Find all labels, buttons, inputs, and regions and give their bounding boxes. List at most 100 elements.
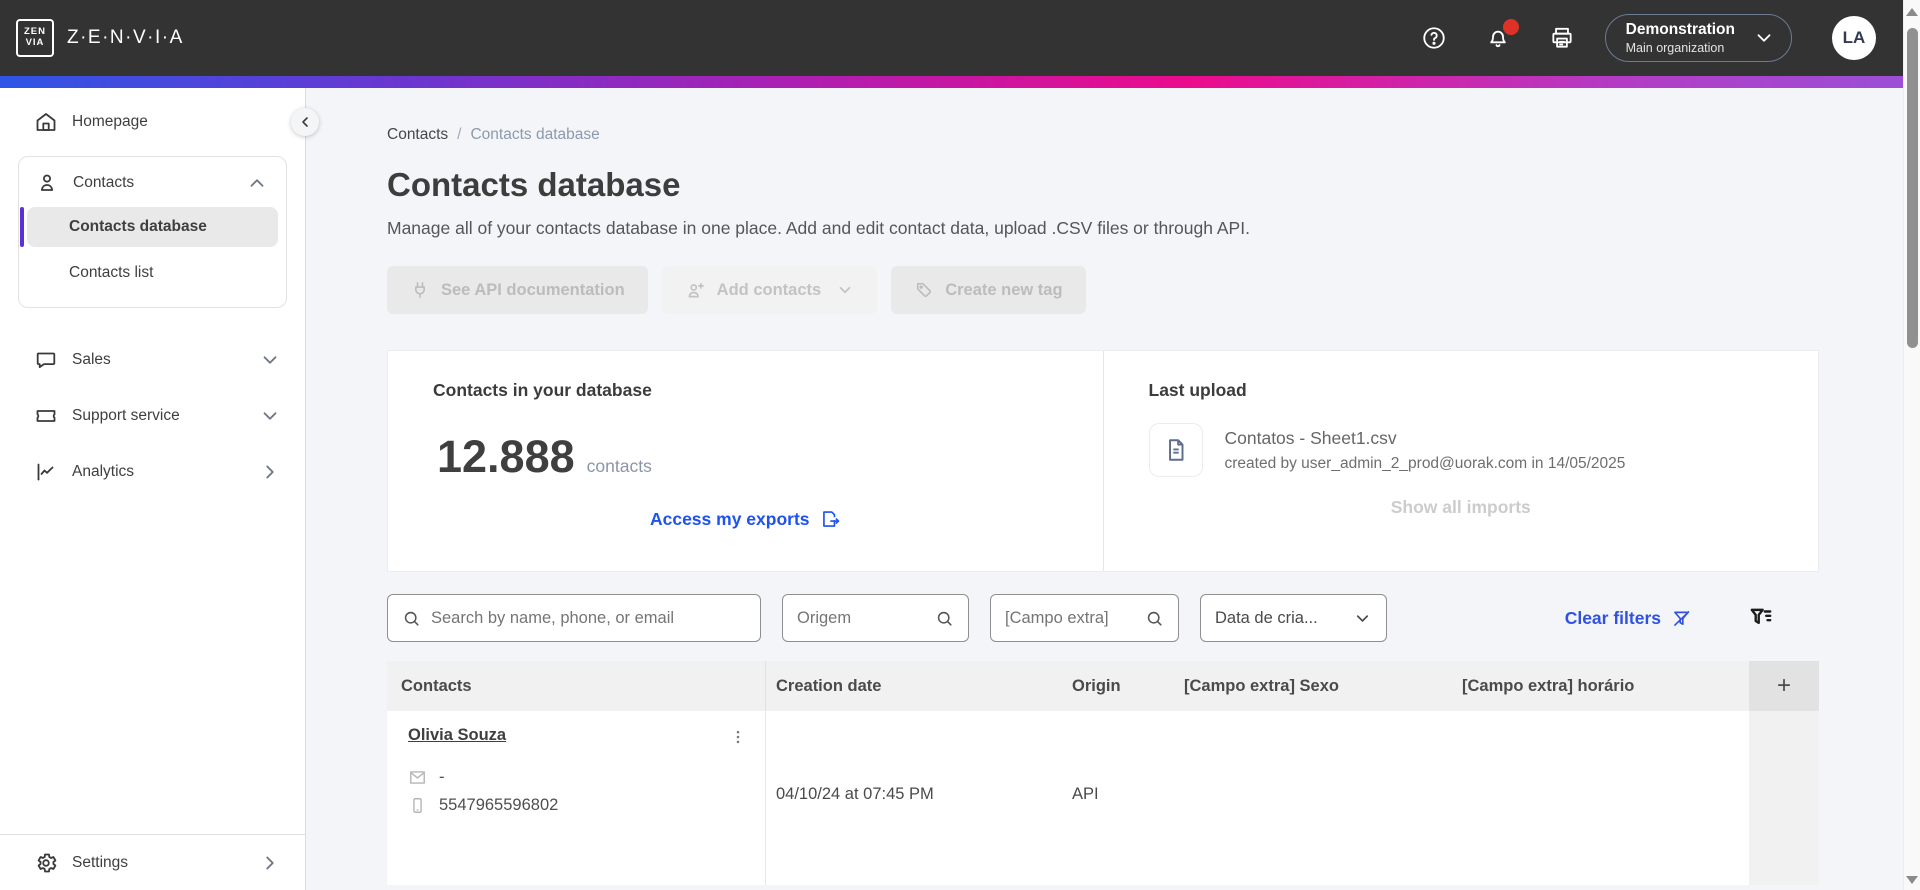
file-info: Contatos - Sheet1.csv created by user_ad… bbox=[1225, 428, 1626, 473]
notifications-bell-icon[interactable] bbox=[1485, 19, 1519, 51]
sidebar-item-support-service[interactable]: Support service bbox=[0, 394, 305, 438]
gear-icon bbox=[34, 851, 58, 875]
card-heading: Contacts in your database bbox=[433, 380, 652, 400]
export-icon bbox=[820, 509, 841, 530]
row-kebab-menu-icon[interactable] bbox=[727, 726, 749, 748]
organization-name: Demonstration bbox=[1625, 21, 1735, 38]
sidebar-item-contacts-list[interactable]: Contacts list bbox=[27, 253, 278, 293]
scrollbar-down-arrow-icon[interactable] bbox=[1906, 876, 1918, 884]
create-new-tag-button[interactable]: Create new tag bbox=[891, 266, 1086, 314]
print-icon[interactable] bbox=[1549, 25, 1575, 51]
chevron-down-icon bbox=[1353, 609, 1372, 628]
table-row: Olivia Souza - 5547965596802 04/10/24 at… bbox=[387, 711, 1819, 885]
button-label: Create new tag bbox=[945, 280, 1063, 299]
sidebar-collapse-button[interactable] bbox=[291, 108, 319, 136]
email-icon bbox=[408, 768, 427, 787]
brand-gradient-bar bbox=[0, 76, 1920, 88]
search-icon bbox=[935, 609, 954, 628]
add-column-button[interactable]: + bbox=[1749, 661, 1819, 711]
topbar: ZEN VIA Z·E·N·V·I·A Demonstration Main o… bbox=[0, 0, 1920, 76]
breadcrumb-current: Contacts database bbox=[470, 126, 600, 143]
column-header-contacts[interactable]: Contacts bbox=[387, 661, 766, 711]
sidebar-item-label: Contacts bbox=[73, 174, 135, 191]
vertical-scrollbar[interactable] bbox=[1903, 0, 1920, 890]
sidebar-item-label: Analytics bbox=[72, 463, 135, 480]
topbar-actions: Demonstration Main organization LA bbox=[1421, 14, 1876, 62]
search-field bbox=[387, 594, 761, 642]
creation-date-cell: 04/10/24 at 07:45 PM bbox=[776, 785, 934, 803]
page-title: Contacts database bbox=[387, 166, 681, 203]
scrollbar-thumb[interactable] bbox=[1906, 28, 1918, 348]
last-upload-card: Last upload Contatos - Sheet1.csv create… bbox=[1104, 351, 1819, 571]
person-icon bbox=[35, 171, 59, 195]
sidebar-item-label: Homepage bbox=[72, 113, 148, 130]
chat-bubble-icon bbox=[34, 348, 58, 372]
organization-labels: Demonstration Main organization bbox=[1626, 21, 1735, 55]
search-icon bbox=[402, 609, 421, 628]
brand-wordmark: Z·E·N·V·I·A bbox=[67, 27, 184, 48]
notification-dot bbox=[1502, 19, 1519, 35]
brand: ZEN VIA Z·E·N·V·I·A bbox=[16, 19, 184, 57]
main-content: Contacts / Contacts database Contacts da… bbox=[306, 88, 1920, 890]
column-header-creation-date[interactable]: Creation date bbox=[766, 677, 1060, 696]
show-all-imports-link[interactable]: Show all imports bbox=[1149, 497, 1774, 518]
page-actions: See API documentation Add contacts Creat… bbox=[387, 266, 1819, 314]
sidebar-item-label: Sales bbox=[72, 351, 111, 368]
help-icon[interactable] bbox=[1421, 25, 1447, 51]
chevron-right-icon bbox=[259, 852, 281, 874]
sidebar-item-homepage[interactable]: Homepage bbox=[0, 100, 305, 144]
sidebar-contacts-group: Contacts Contacts database Contacts list bbox=[18, 156, 287, 308]
link-label: Clear filters bbox=[1564, 607, 1661, 628]
see-api-documentation-button[interactable]: See API documentation bbox=[387, 266, 648, 314]
breadcrumb-separator: / bbox=[457, 126, 462, 143]
button-label: See API documentation bbox=[441, 280, 625, 299]
filter-menu-icon[interactable] bbox=[1748, 605, 1774, 631]
home-icon bbox=[34, 110, 58, 134]
clear-filters-link[interactable]: Clear filters bbox=[1565, 608, 1692, 629]
breadcrumb-contacts[interactable]: Contacts bbox=[387, 126, 448, 144]
file-name: Contatos - Sheet1.csv bbox=[1224, 427, 1397, 448]
add-column-spacer bbox=[1749, 711, 1819, 885]
contact-name-link[interactable]: Olivia Souza bbox=[408, 726, 506, 745]
search-icon bbox=[1145, 609, 1164, 628]
contacts-count-unit: contacts bbox=[586, 456, 652, 476]
contact-cell: Olivia Souza - 5547965596802 bbox=[387, 711, 766, 885]
zenvia-logo-icon: ZEN VIA bbox=[16, 19, 54, 57]
ticket-icon bbox=[34, 404, 58, 428]
chevron-down-icon bbox=[1753, 27, 1775, 49]
contacts-count-card: Contacts in your database 12.888 contact… bbox=[388, 351, 1104, 571]
organization-subtitle: Main organization bbox=[1625, 41, 1725, 55]
page-subtitle: Manage all of your contacts database in … bbox=[387, 218, 1250, 238]
phone-icon bbox=[408, 796, 427, 815]
contacts-count: 12.888 bbox=[437, 431, 575, 482]
chevron-up-icon bbox=[246, 172, 268, 194]
origem-input[interactable] bbox=[797, 608, 925, 628]
breadcrumb: Contacts / Contacts database bbox=[387, 126, 1819, 144]
sidebar-item-sales[interactable]: Sales bbox=[0, 338, 305, 382]
scrollbar-up-arrow-icon[interactable] bbox=[1906, 8, 1918, 16]
select-label: Data de cria... bbox=[1215, 608, 1318, 627]
link-label: Access my exports bbox=[649, 509, 810, 529]
creation-date-filter-select[interactable]: Data de cria... bbox=[1200, 594, 1387, 642]
file-meta: created by user_admin_2_prod@uorak.com i… bbox=[1224, 454, 1626, 472]
table-header: Contacts Creation date Origin [Campo ext… bbox=[387, 661, 1819, 711]
campo-extra-sexo-cell bbox=[1172, 711, 1450, 885]
organization-selector[interactable]: Demonstration Main organization bbox=[1604, 14, 1792, 62]
filter-slash-icon bbox=[1671, 608, 1692, 629]
sidebar-item-analytics[interactable]: Analytics bbox=[0, 450, 305, 494]
chevron-down-icon bbox=[259, 405, 281, 427]
summary-panel: Contacts in your database 12.888 contact… bbox=[387, 350, 1819, 572]
access-my-exports-link[interactable]: Access my exports bbox=[433, 509, 1058, 530]
sidebar-item-settings[interactable]: Settings bbox=[0, 834, 305, 890]
sidebar-item-contacts[interactable]: Contacts bbox=[19, 161, 286, 205]
column-header-origin[interactable]: Origin bbox=[1060, 677, 1172, 696]
sidebar-item-contacts-database[interactable]: Contacts database bbox=[20, 207, 278, 247]
campo-extra-input[interactable] bbox=[1005, 608, 1135, 628]
user-avatar[interactable]: LA bbox=[1832, 16, 1876, 60]
sidebar-item-label: Settings bbox=[72, 853, 129, 871]
add-contacts-button[interactable]: Add contacts bbox=[661, 266, 878, 314]
search-input[interactable] bbox=[431, 608, 746, 628]
column-header-campo-extra-horario[interactable]: [Campo extra] horário bbox=[1450, 677, 1749, 696]
column-header-campo-extra-sexo[interactable]: [Campo extra] Sexo bbox=[1172, 677, 1450, 696]
